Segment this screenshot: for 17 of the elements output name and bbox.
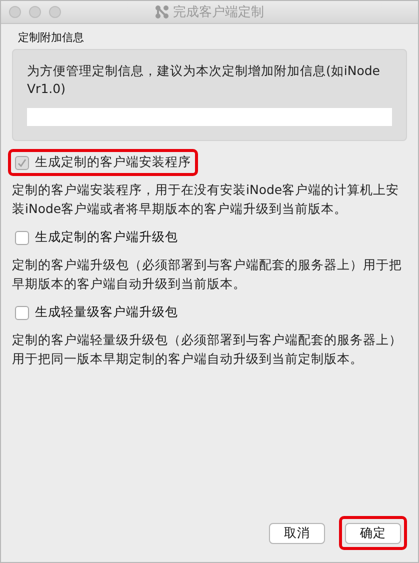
option-description: 定制的客户端升级包（必须部署到与客户端配套的服务器上）用于把早期版本的客户端自动升级到当前版本。 (12, 256, 403, 293)
zoom-button[interactable] (49, 6, 61, 18)
dialog-button[interactable]: 确定 (345, 523, 401, 544)
close-button[interactable] (9, 6, 21, 18)
window-title: 完成客户端定制 (173, 4, 264, 21)
input-field[interactable] (27, 108, 392, 126)
minimize-button[interactable] (29, 6, 41, 18)
option-description: 定制的客户端轻量级升级包（必须部署到与客户端配套的服务器上）用于把同一版本早期定制的客户端自动升级到当前定制版本。 (12, 331, 403, 368)
dialog-button[interactable]: 取消 (269, 523, 325, 544)
nodes-icon (155, 5, 169, 19)
section-label: 定制附加信息 (17, 30, 85, 45)
checkbox-box[interactable] (15, 230, 29, 244)
option-description: 定制的客户端安装程序，用于在没有安装iNode客户端的计算机上安装iNode客户端或者将早期版本的客户端升级到当前版本。 (12, 181, 400, 218)
checkbox[interactable]: 生成轻量级客户端升级包 (8, 299, 185, 326)
checkbox[interactable]: 生成定制的客户端升级包 (8, 224, 185, 251)
hint-text: 为方便管理定制信息，建议为本次定制增加附加信息(如iNode Vr1.0) (27, 62, 381, 98)
checkbox-box[interactable] (15, 306, 29, 320)
